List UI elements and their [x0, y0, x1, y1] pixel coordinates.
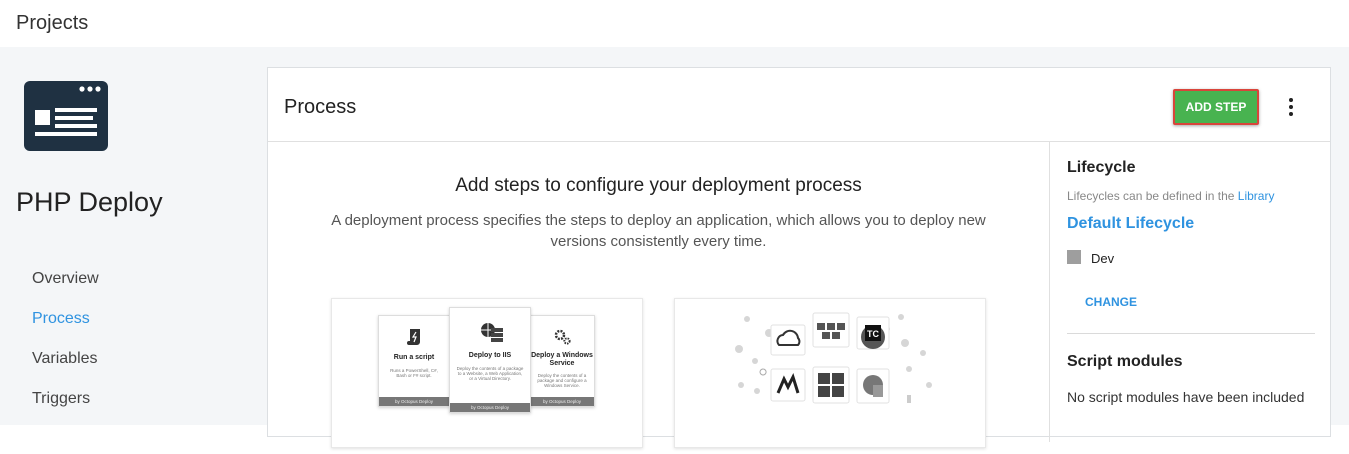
- side-divider: [1067, 333, 1315, 334]
- process-card: Process ADD STEP Add steps to configure …: [267, 67, 1331, 448]
- step-templates-tile[interactable]: Run a script Runs a PowerShell, C#, Bash…: [331, 298, 643, 448]
- top-bar: Projects: [0, 0, 1349, 47]
- template-title: Run a script: [393, 354, 435, 361]
- integrations-collage-icon: TC: [735, 312, 932, 404]
- project-logo-icon: [24, 81, 108, 151]
- process-title: Process: [284, 96, 357, 118]
- project-sidebar: PHP Deploy Overview Process Variables Tr…: [0, 47, 258, 425]
- project-name: PHP Deploy: [16, 187, 163, 217]
- process-empty-state: Add steps to configure your deployment p…: [268, 142, 1049, 448]
- template-card-deploy-iis: Deploy to IIS Deploy the contents of a p…: [449, 307, 531, 413]
- environment-color-swatch: [1067, 250, 1081, 264]
- template-footer: by Octopus Deploy: [530, 397, 594, 406]
- community-templates-tile[interactable]: TC: [674, 298, 986, 448]
- template-desc: Deploy the contents of a package to a We…: [456, 366, 524, 381]
- script-icon: [407, 329, 420, 345]
- more-options-icon[interactable]: [1282, 96, 1300, 118]
- nav-process[interactable]: Process: [32, 310, 90, 328]
- gears-icon: [554, 329, 571, 345]
- template-card-run-script: Run a script Runs a PowerShell, C#, Bash…: [378, 315, 450, 407]
- lifecycle-hint-text: Lifecycles can be defined in the: [1067, 189, 1235, 203]
- empty-state-description: A deployment process specifies the steps…: [331, 212, 986, 250]
- environment-dev-label: Dev: [1091, 251, 1115, 266]
- template-footer: by Octopus Deploy: [379, 397, 449, 406]
- script-modules-heading: Script modules: [1067, 353, 1183, 370]
- script-modules-empty-text: No script modules have been included: [1067, 389, 1305, 405]
- template-title: Deploy a Windows Service: [531, 352, 593, 367]
- default-lifecycle-link[interactable]: Default Lifecycle: [1067, 215, 1194, 233]
- nav-overview[interactable]: Overview: [32, 270, 99, 288]
- library-link[interactable]: Library: [1238, 189, 1275, 203]
- nav-variables[interactable]: Variables: [32, 350, 98, 368]
- template-title: Deploy to IIS: [468, 352, 512, 359]
- nav-triggers[interactable]: Triggers: [32, 390, 90, 408]
- svg-text:TC: TC: [867, 329, 879, 339]
- add-step-button[interactable]: ADD STEP: [1173, 89, 1259, 125]
- process-side-panel: Lifecycle Lifecycles can be defined in t…: [1049, 142, 1332, 442]
- iis-server-icon: [481, 323, 503, 342]
- process-header: Process ADD STEP: [268, 68, 1330, 142]
- template-card-windows-service: Deploy a Windows Service Deploy the cont…: [529, 315, 595, 407]
- template-footer: by Octopus Deploy: [450, 403, 530, 412]
- page-title: Projects: [16, 12, 89, 34]
- template-desc: Deploy the contents of a package and con…: [537, 373, 587, 388]
- change-lifecycle-button[interactable]: CHANGE: [1085, 295, 1137, 309]
- lifecycle-heading: Lifecycle: [1067, 159, 1136, 176]
- empty-state-headline: Add steps to configure your deployment p…: [455, 175, 862, 196]
- lifecycle-hint: Lifecycles can be defined in the Library: [1067, 189, 1274, 203]
- template-desc: Runs a PowerShell, C#, Bash or F# script…: [390, 368, 438, 378]
